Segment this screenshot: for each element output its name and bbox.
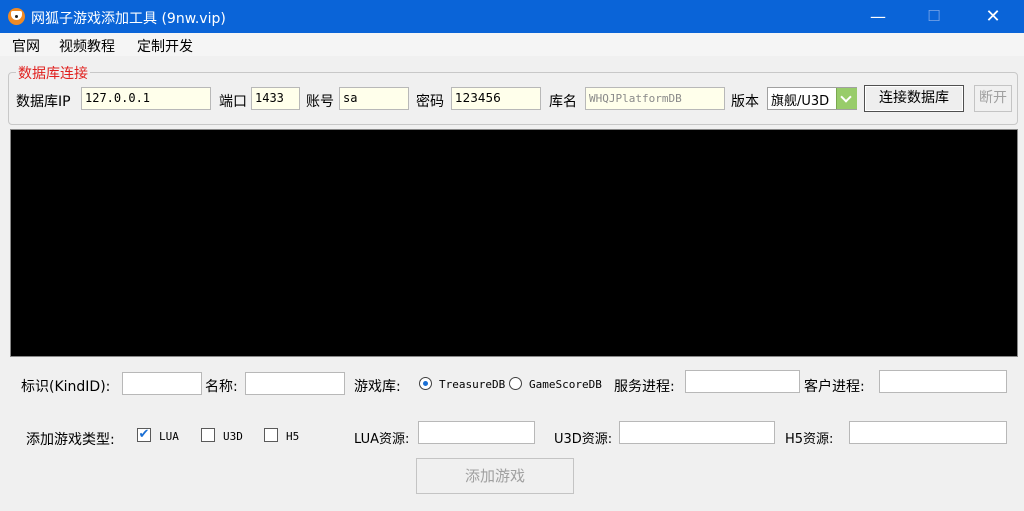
account-input[interactable]: sa <box>339 87 409 110</box>
password-label: 密码 <box>416 94 444 110</box>
version-select-value: 旗舰/U3D <box>771 94 830 109</box>
client-process-input[interactable] <box>879 370 1007 393</box>
add-game-button[interactable]: 添加游戏 <box>416 458 574 494</box>
gamescoredb-radio[interactable] <box>509 377 522 390</box>
gamedb-label: 游戏库: <box>354 379 401 395</box>
server-process-label: 服务进程: <box>614 379 675 395</box>
h5-resource-input[interactable] <box>849 421 1007 444</box>
fox-app-icon <box>8 8 25 25</box>
log-output-area[interactable] <box>10 129 1018 357</box>
kindid-label: 标识(KindID): <box>21 379 111 395</box>
db-ip-input[interactable]: 127.0.0.1 <box>81 87 211 110</box>
u3d-resource-label: U3D资源: <box>554 432 613 447</box>
db-ip-label: 数据库IP <box>16 94 71 110</box>
kindid-input[interactable] <box>122 372 202 395</box>
h5-resource-label: H5资源: <box>785 432 834 447</box>
treasuredb-label: TreasureDB <box>439 378 506 391</box>
u3d-resource-input[interactable] <box>619 421 775 444</box>
u3d-checkbox[interactable] <box>201 428 215 442</box>
port-input[interactable]: 1433 <box>251 87 300 110</box>
chevron-down-icon[interactable] <box>836 88 857 109</box>
treasuredb-radio[interactable] <box>419 377 432 390</box>
lua-resource-label: LUA资源: <box>354 432 410 447</box>
account-label: 账号 <box>306 94 334 110</box>
h5-checkbox-label: H5 <box>286 430 300 443</box>
dbname-label: 库名 <box>549 94 577 110</box>
window-title: 网狐子游戏添加工具 (9nw.vip) <box>31 11 226 27</box>
h5-checkbox[interactable] <box>264 428 278 442</box>
menu-custom-development[interactable]: 定制开发 <box>137 36 193 56</box>
disconnect-button[interactable]: 断开 <box>974 85 1012 112</box>
version-label: 版本 <box>731 94 759 110</box>
client-process-label: 客户进程: <box>804 379 865 395</box>
maximize-button[interactable]: ☐ <box>911 0 957 33</box>
gamescoredb-label: GameScoreDB <box>529 378 602 391</box>
password-input[interactable]: 123456 <box>451 87 541 110</box>
lua-checkbox[interactable]: ✔ <box>137 428 151 442</box>
connect-db-button[interactable]: 连接数据库 <box>864 85 964 112</box>
lua-checkbox-label: LUA <box>159 430 179 443</box>
lua-resource-input[interactable] <box>418 421 535 444</box>
port-label: 端口 <box>219 94 247 110</box>
server-process-input[interactable] <box>685 370 800 393</box>
dbname-input[interactable]: WHQJPlatformDB <box>585 87 725 110</box>
minimize-button[interactable]: — <box>855 0 901 33</box>
game-type-label: 添加游戏类型: <box>26 432 115 448</box>
close-button[interactable]: ✕ <box>970 0 1016 33</box>
menu-official-site[interactable]: 官网 <box>12 36 40 56</box>
db-connection-legend: 数据库连接 <box>16 63 90 83</box>
menu-video-tutorial[interactable]: 视频教程 <box>59 36 115 56</box>
u3d-checkbox-label: U3D <box>223 430 243 443</box>
name-label: 名称: <box>205 379 238 395</box>
name-input[interactable] <box>245 372 345 395</box>
